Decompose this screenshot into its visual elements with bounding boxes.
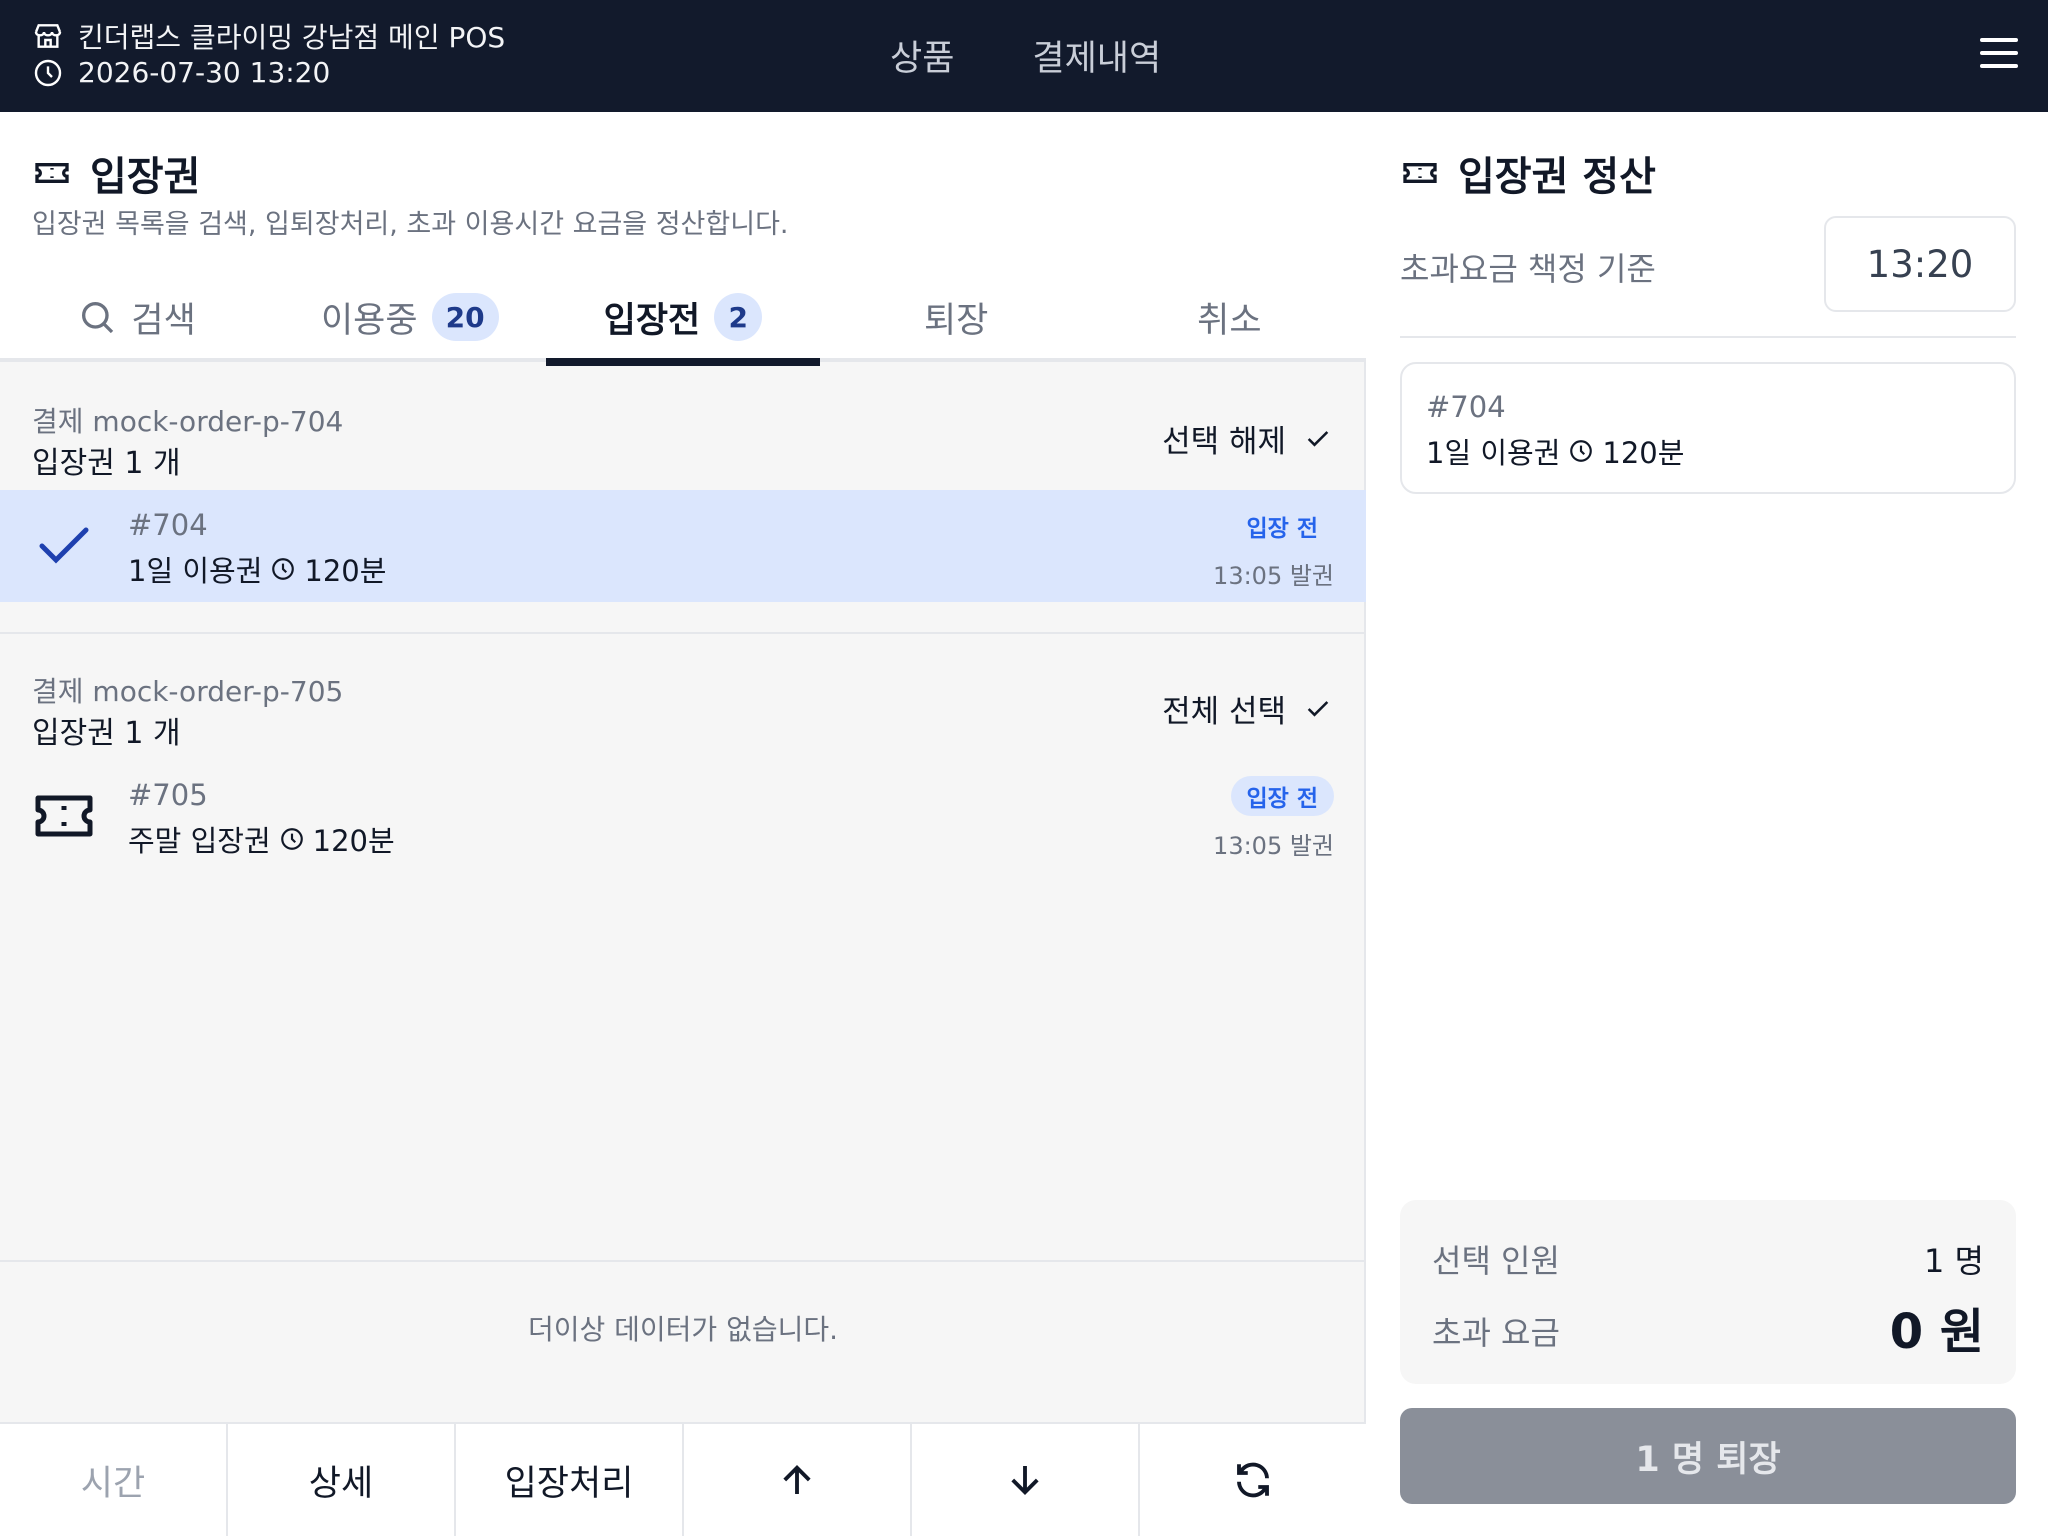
overtime-fee-value: 0 원: [1889, 1304, 1984, 1360]
no-more-data-text: 더이상 데이터가 없습니다.: [527, 1313, 839, 1346]
select-all-label: 전체 선택: [1162, 694, 1286, 730]
arrow-up-icon: [783, 1465, 811, 1494]
top-bar: 킨더랩스 클라이밍 강남점 메인 POS 2026-07-30 13:20 상품…: [0, 0, 2048, 112]
selected-ticket-id: #704: [1426, 390, 1506, 424]
tab-exited[interactable]: 퇴장: [820, 272, 1093, 362]
scroll-down-button[interactable]: [912, 1424, 1140, 1536]
time-button[interactable]: 시간: [0, 1424, 228, 1536]
arrow-down-icon: [1011, 1466, 1039, 1495]
tab-cancelled[interactable]: 취소: [1093, 272, 1366, 362]
selected-ticket-description: 1일 이용권 120분: [1426, 430, 1684, 472]
refresh-button[interactable]: [1140, 1424, 1366, 1536]
tab-cancelled-label: 취소: [1197, 300, 1262, 341]
ticket-row[interactable]: #705 주말 입장권 120분 입장 전 13:05 발권: [0, 760, 1366, 872]
store-info: 킨더랩스 클라이밍 강남점 메인 POS: [32, 16, 505, 56]
ticket-count: 입장권 1 개: [32, 716, 181, 751]
clock-icon: [272, 558, 295, 580]
list-end-divider: [0, 1260, 1366, 1262]
group-divider: [0, 632, 1366, 634]
overtime-fee-label: 초과 요금: [1432, 1314, 1560, 1352]
ticket-description: 주말 입장권 120분: [128, 818, 395, 860]
clock-icon: [34, 59, 62, 86]
store-icon: [34, 24, 62, 48]
selected-people-value: 1 명: [1924, 1242, 1984, 1280]
tab-before-entry[interactable]: 입장전 2: [546, 272, 820, 366]
scroll-up-button[interactable]: [684, 1424, 912, 1536]
selected-ticket-duration: 120분: [1602, 436, 1685, 470]
tab-before-entry-count-badge: 2: [714, 293, 763, 341]
nav-products[interactable]: 상품: [890, 30, 954, 81]
ticket-list-panel: 입장권 입장권 목록을 검색, 입퇴장처리, 초과 이용시간 요금을 정산합니다…: [0, 112, 1366, 1536]
main-nav: 상품 결제내역: [890, 30, 1161, 81]
settlement-title: 입장권 정산: [1400, 144, 1656, 202]
settlement-summary: 선택 인원 1 명 초과 요금 0 원: [1400, 1200, 2016, 1384]
ticket-id: #705: [128, 778, 208, 812]
datetime-info: 2026-07-30 13:20: [32, 56, 330, 89]
current-datetime: 2026-07-30 13:20: [78, 56, 331, 89]
tab-search[interactable]: 검색: [0, 272, 273, 362]
status-tabs: 검색 이용중 20 입장전 2 퇴장 취소: [0, 272, 1366, 366]
ticket-description: 1일 이용권 120분: [128, 548, 386, 590]
check-icon: [1307, 700, 1329, 717]
deselect-button[interactable]: 선택 해제: [1162, 416, 1332, 461]
ticket-id: #704: [128, 508, 208, 542]
clock-icon: [280, 828, 303, 850]
ticket-list-header: 입장권 입장권 목록을 검색, 입퇴장처리, 초과 이용시간 요금을 정산합니다…: [0, 112, 1366, 366]
deselect-label: 선택 해제: [1162, 424, 1286, 460]
ticket-product: 주말 입장권: [128, 824, 271, 858]
tab-before-entry-label: 입장전: [603, 300, 701, 341]
order-id: 결제 mock-order-p-705: [32, 675, 344, 708]
store-name: 킨더랩스 클라이밍 강남점 메인 POS: [78, 21, 506, 54]
ticket-icon: [35, 163, 69, 183]
nav-payment-history[interactable]: 결제내역: [1032, 30, 1161, 81]
tab-search-label: 검색: [131, 300, 196, 341]
ticket-icon: [1403, 163, 1437, 183]
order-id: 결제 mock-order-p-704: [32, 405, 344, 438]
check-icon: [39, 527, 89, 564]
selected-people-label: 선택 인원: [1432, 1242, 1560, 1280]
refresh-icon: [1237, 1462, 1269, 1498]
entry-process-button[interactable]: 입장처리: [456, 1424, 684, 1536]
ticket-product: 1일 이용권: [128, 554, 263, 588]
ticket-duration: 120분: [304, 554, 387, 588]
selected-ticket-product: 1일 이용권: [1426, 436, 1561, 470]
settlement-panel: 입장권 정산 초과요금 책정 기준 13:20 #704 1일 이용권 120분…: [1368, 112, 2048, 1536]
tab-in-use-count-badge: 20: [431, 293, 499, 341]
ticket-count: 입장권 1 개: [32, 446, 181, 481]
fee-basis-label: 초과요금 책정 기준: [1400, 250, 1656, 288]
tab-in-use-label: 이용중: [320, 300, 418, 341]
check-icon: [1307, 430, 1329, 447]
tab-exited-label: 퇴장: [923, 300, 989, 341]
ticket-duration: 120분: [312, 824, 395, 858]
ticket-row[interactable]: #704 1일 이용권 120분 입장 전 13:05 발권: [0, 490, 1366, 602]
clock-icon: [1570, 440, 1593, 462]
exit-button[interactable]: 1 명 퇴장: [1400, 1408, 2016, 1504]
search-icon: [82, 302, 114, 334]
ticket-icon: [35, 795, 93, 837]
detail-button[interactable]: 상세: [228, 1424, 456, 1536]
order-group-header: 결제 mock-order-p-704 입장권 1 개 선택 해제: [0, 366, 1366, 490]
issued-time: 13:05 발권: [1213, 832, 1334, 860]
bottom-toolbar: 시간 상세 입장처리: [0, 1422, 1366, 1536]
menu-icon[interactable]: [1980, 38, 2018, 72]
selected-ticket-card: #704 1일 이용권 120분: [1400, 362, 2016, 494]
page-title-text: 입장권: [90, 154, 201, 200]
status-badge: 입장 전: [1230, 506, 1334, 546]
order-group: 결제 mock-order-p-705 입장권 1 개 전체 선택 #705 주…: [0, 636, 1366, 872]
order-group-header: 결제 mock-order-p-705 입장권 1 개 전체 선택: [0, 636, 1366, 760]
fee-basis-time-field[interactable]: 13:20: [1824, 216, 2016, 312]
page-title: 입장권: [32, 144, 200, 202]
page-subtitle: 입장권 목록을 검색, 입퇴장처리, 초과 이용시간 요금을 정산합니다.: [32, 209, 789, 240]
issued-time: 13:05 발권: [1213, 562, 1334, 590]
order-group: 결제 mock-order-p-704 입장권 1 개 선택 해제 #704 1…: [0, 366, 1366, 602]
tab-in-use[interactable]: 이용중 20: [273, 272, 546, 362]
settlement-title-text: 입장권 정산: [1458, 154, 1656, 200]
select-all-button[interactable]: 전체 선택: [1162, 686, 1332, 731]
status-badge: 입장 전: [1230, 776, 1334, 816]
settlement-divider: [1400, 336, 2016, 338]
